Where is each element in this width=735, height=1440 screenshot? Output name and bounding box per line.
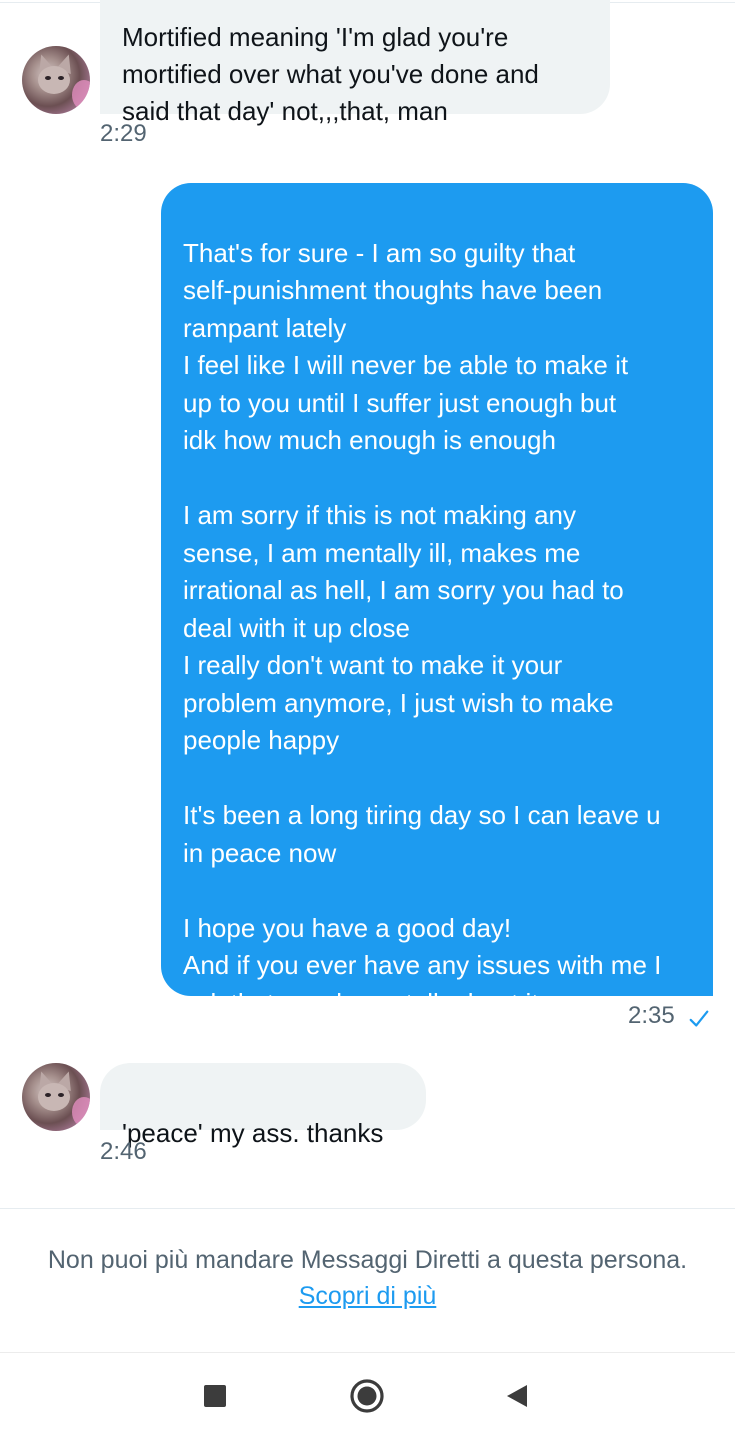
contact-avatar[interactable]	[22, 46, 90, 114]
outgoing-message-bubble[interactable]: That's for sure - I am so guilty that se…	[161, 183, 713, 1018]
message-text: 'peace' my ass. thanks	[122, 1118, 384, 1148]
incoming-message-bubble[interactable]: Mortified meaning 'I'm glad you're morti…	[100, 0, 610, 126]
recents-square-icon[interactable]	[204, 1385, 226, 1407]
back-triangle-icon[interactable]	[505, 1384, 529, 1408]
message-thread[interactable]: Mortified meaning 'I'm glad you're morti…	[0, 0, 735, 1208]
learn-more-link[interactable]: Scopri di più	[0, 1282, 735, 1311]
incoming-message-bubble[interactable]: 'peace' my ass. thanks	[100, 1063, 426, 1148]
composer-divider	[0, 1208, 735, 1209]
message-time: 2:29	[100, 120, 147, 147]
contact-avatar[interactable]	[22, 1063, 90, 1131]
dm-disabled-notice: Non puoi più mandare Messaggi Diretti a …	[47, 1246, 688, 1274]
message-text: That's for sure - I am so guilty that se…	[183, 237, 662, 1018]
home-circle-icon[interactable]	[349, 1378, 385, 1414]
message-time: 2:46	[100, 1138, 147, 1165]
message-time: 2:35	[628, 1002, 675, 1029]
system-navigation-bar	[0, 1353, 735, 1440]
check-icon	[689, 1010, 709, 1027]
message-text: Mortified meaning 'I'm glad you're morti…	[122, 22, 539, 126]
